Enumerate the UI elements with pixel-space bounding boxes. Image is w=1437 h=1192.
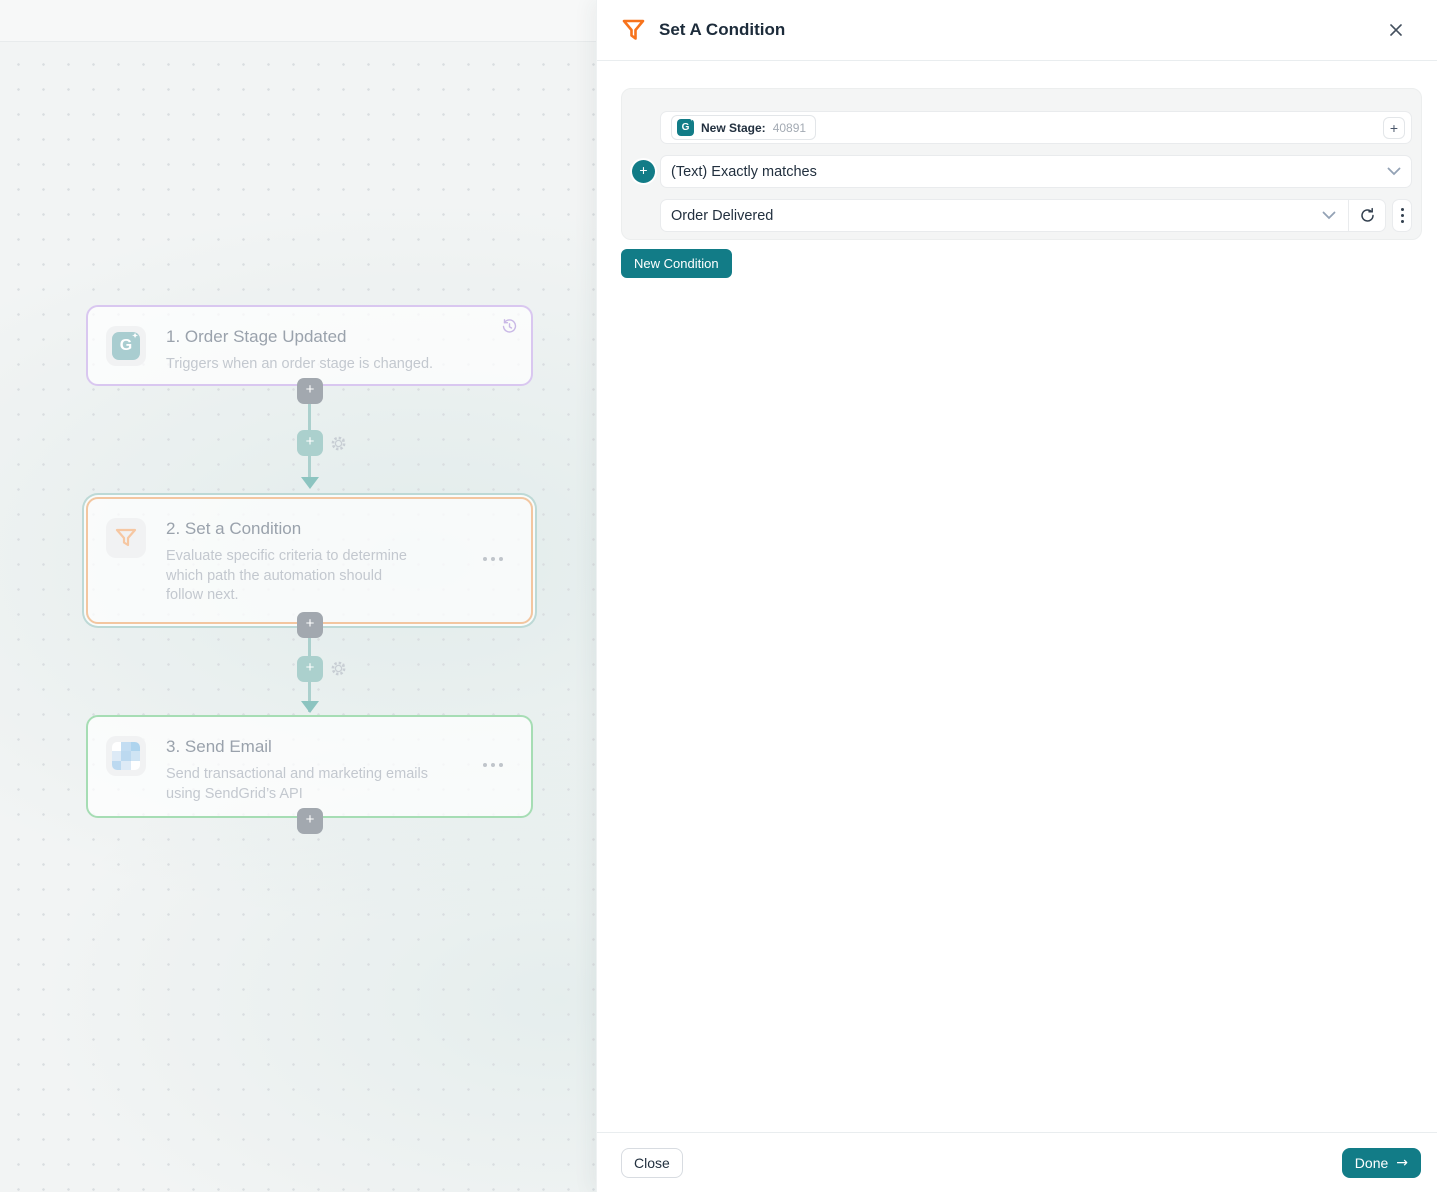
field-chip-new-stage[interactable]: G ✦ New Stage: 40891 <box>671 115 817 140</box>
add-condition-row-button[interactable]: + <box>632 160 655 183</box>
sparkle-icon: ✦ <box>689 117 694 123</box>
operator-select[interactable]: (Text) Exactly matches <box>660 155 1412 188</box>
insert-step-button-teal[interactable]: + <box>297 430 323 456</box>
workflow-node-order-stage-updated[interactable]: G ✦ 1. Order Stage Updated Triggers when … <box>86 305 533 386</box>
node-text: 1. Order Stage Updated Triggers when an … <box>166 326 513 372</box>
close-button[interactable]: Close <box>621 1147 683 1178</box>
condition-editor-panel: Set A Condition G ✦ New Stage: 40891 + (T… <box>596 0 1437 1192</box>
node-text: 2. Set a Condition Evaluate specific cri… <box>166 518 513 603</box>
new-condition-button[interactable]: New Condition <box>621 249 732 278</box>
value-row: Order Delivered <box>660 199 1412 232</box>
insert-step-button[interactable]: + <box>297 808 323 834</box>
condition-field-row: G ✦ New Stage: 40891 + <box>660 111 1412 144</box>
operator-value: (Text) Exactly matches <box>671 163 817 180</box>
panel-title: Set A Condition <box>659 20 786 39</box>
condition-group-card: G ✦ New Stage: 40891 + (Text) Exactly mat… <box>621 88 1422 240</box>
gear-icon[interactable] <box>330 435 347 452</box>
value-select[interactable]: Order Delivered <box>660 199 1386 232</box>
chip-value: 40891 <box>772 120 807 135</box>
node-description: Triggers when an order stage is changed. <box>166 356 434 372</box>
node-description: Send transactional and marketing emails … <box>166 766 428 802</box>
arrow-down-icon <box>301 477 319 489</box>
g-app-icon: G ✦ <box>677 117 694 136</box>
gear-icon[interactable] <box>330 660 347 677</box>
value-select-value: Order Delivered <box>671 207 774 224</box>
chevron-down-icon <box>1387 167 1401 176</box>
arrow-right-icon: → <box>1396 1154 1408 1171</box>
node-text: 3. Send Email Send transactional and mar… <box>166 736 513 802</box>
chevron-down-icon <box>1322 211 1336 220</box>
automation-builder-app: G ✦ 1. Order Stage Updated Triggers when … <box>0 0 1437 1192</box>
chip-label: New Stage: <box>701 120 766 135</box>
node-icon-box: G ✦ <box>106 326 146 366</box>
workflow-node-set-a-condition[interactable]: 2. Set a Condition Evaluate specific cri… <box>86 497 533 624</box>
funnel-icon <box>115 528 137 547</box>
panel-footer: Close Done → <box>597 1132 1437 1192</box>
panel-header: Set A Condition <box>597 0 1437 61</box>
node-icon-box <box>106 736 146 776</box>
workflow-canvas: G ✦ 1. Order Stage Updated Triggers when … <box>0 0 596 1192</box>
node-menu-button[interactable] <box>483 762 503 767</box>
node-icon-box <box>106 518 146 558</box>
value-menu-button[interactable] <box>1392 199 1412 232</box>
workflow-node-send-email[interactable]: 3. Send Email Send transactional and mar… <box>86 715 533 818</box>
canvas-topbar <box>0 0 596 42</box>
insert-step-button[interactable]: + <box>297 378 323 404</box>
panel-body: G ✦ New Stage: 40891 + (Text) Exactly mat… <box>597 61 1437 1132</box>
node-description: Evaluate specific criteria to determine … <box>166 548 407 604</box>
node-title: 2. Set a Condition <box>166 519 302 538</box>
g-app-icon: G ✦ <box>112 332 140 360</box>
close-icon[interactable] <box>1383 17 1409 43</box>
sendgrid-icon <box>112 742 140 770</box>
node-title: 1. Order Stage Updated <box>166 327 347 346</box>
node-menu-button[interactable] <box>483 556 503 561</box>
node-title: 3. Send Email <box>166 737 272 756</box>
insert-step-button-teal[interactable]: + <box>297 656 323 682</box>
arrow-down-icon <box>301 701 319 713</box>
done-label: Done <box>1354 1154 1389 1171</box>
sparkle-icon: ✦ <box>132 333 138 340</box>
funnel-icon <box>622 19 645 40</box>
refresh-icon[interactable] <box>1349 200 1385 231</box>
history-icon[interactable] <box>501 318 518 335</box>
insert-step-button[interactable]: + <box>297 612 323 638</box>
done-button[interactable]: Done → <box>1341 1147 1421 1178</box>
add-field-button[interactable]: + <box>1383 116 1405 139</box>
